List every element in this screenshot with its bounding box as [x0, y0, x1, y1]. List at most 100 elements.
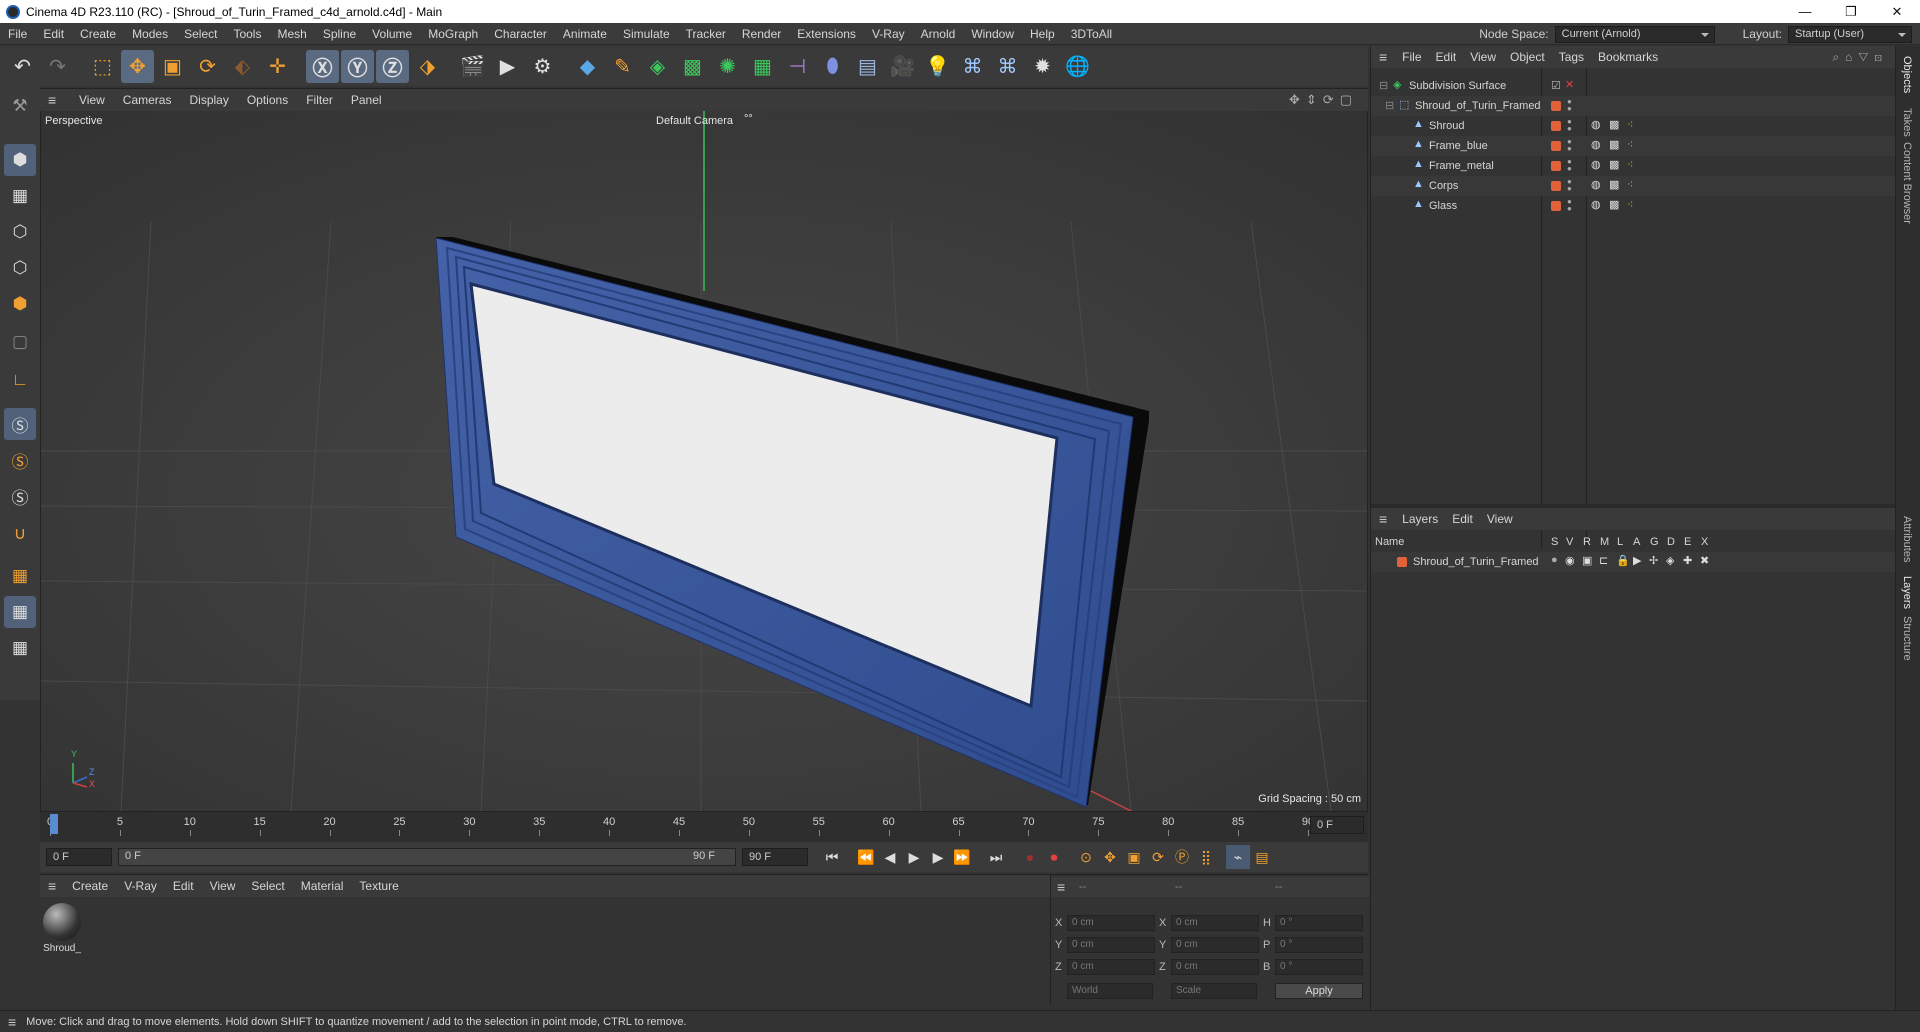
axis-mode-icon[interactable]: ∟: [4, 364, 36, 396]
scale-tool-icon[interactable]: ▣: [156, 50, 189, 83]
deformers-icon[interactable]: ◈: [1666, 554, 1674, 567]
menu-tools[interactable]: Tools: [225, 23, 269, 45]
position-y-field[interactable]: 0 cm: [1067, 937, 1155, 953]
spline-pen-icon[interactable]: ✎: [606, 50, 639, 83]
material-menu-view[interactable]: View: [202, 879, 244, 893]
camera-options-icon[interactable]: °°: [744, 113, 753, 125]
object-menu-edit[interactable]: Edit: [1429, 50, 1464, 64]
recent-tools-icon[interactable]: ⬖: [226, 50, 259, 83]
extrude-generator-icon[interactable]: ▩: [676, 50, 709, 83]
object-row-glass[interactable]: ▲ Glass ● ● ◍ ▩ ⁖: [1371, 196, 1896, 216]
tab-structure[interactable]: Structure: [1901, 616, 1913, 661]
world-dropdown[interactable]: World: [1067, 983, 1153, 999]
bend-deformer-icon[interactable]: ⊣: [781, 50, 814, 83]
visibility-dots-icon[interactable]: ● ●: [1567, 178, 1572, 193]
position-z-field[interactable]: 0 cm: [1067, 959, 1155, 975]
layer-color-swatch[interactable]: [1551, 181, 1561, 191]
layer-menu-layers[interactable]: Layers: [1395, 512, 1445, 526]
xref-icon[interactable]: ✖: [1700, 554, 1709, 567]
object-row-subdivision-surface[interactable]: ⊟ ◈ Subdivision Surface ☑ ✕: [1371, 76, 1896, 96]
maximize-button[interactable]: ❐: [1828, 0, 1874, 23]
viewport-menu-cameras[interactable]: Cameras: [114, 93, 181, 107]
expand-icon[interactable]: ⊟: [1379, 79, 1388, 92]
node-space-dropdown[interactable]: Current (Arnold): [1554, 25, 1715, 43]
uvw-tag-icon[interactable]: ⁖: [1627, 158, 1633, 171]
rotation-h-field[interactable]: 0 °: [1275, 915, 1363, 931]
material-tag-icon[interactable]: ▩: [1609, 138, 1619, 151]
object-row-corps[interactable]: ▲ Corps ● ● ◍ ▩ ⁖: [1371, 176, 1896, 196]
scale-y-field[interactable]: 0 cm: [1171, 937, 1259, 953]
layer-menu-edit[interactable]: Edit: [1445, 512, 1480, 526]
position-key-icon[interactable]: ✥: [1098, 845, 1122, 869]
render-icon[interactable]: ▣: [1582, 554, 1592, 567]
animation-icon[interactable]: ▶: [1633, 554, 1641, 567]
material-tag-icon[interactable]: ▩: [1609, 198, 1619, 211]
material-menu-create[interactable]: Create: [64, 879, 116, 893]
menu-arnold[interactable]: Arnold: [913, 23, 964, 45]
disable-x-icon[interactable]: ✕: [1565, 78, 1574, 91]
material-tag-icon[interactable]: ▩: [1609, 178, 1619, 191]
manager-icon[interactable]: ⊏: [1599, 554, 1608, 567]
uv-mode-icon[interactable]: ▢: [4, 326, 36, 358]
phong-tag-icon[interactable]: ◍: [1591, 198, 1601, 211]
tab-content-browser[interactable]: Content Browser: [1901, 142, 1913, 224]
snap-icon[interactable]: Ⓢ: [4, 408, 36, 440]
edge-mode-icon[interactable]: ⬡: [4, 252, 36, 284]
visibility-dots-icon[interactable]: ● ●: [1567, 138, 1572, 153]
material-tag-icon[interactable]: ▩: [1609, 158, 1619, 171]
object-menu-tags[interactable]: Tags: [1552, 50, 1591, 64]
motion-path-icon[interactable]: ⌁: [1226, 845, 1250, 869]
axis-tool-icon[interactable]: ✛: [261, 50, 294, 83]
menu-character[interactable]: Character: [486, 23, 555, 45]
model-mode-icon[interactable]: ⬢: [4, 144, 36, 176]
layer-row[interactable]: Shroud_of_Turin_Framed ● ◉ ▣ ⊏ 🔒 ▶ ✢ ◈ ✚…: [1371, 552, 1896, 572]
go-to-start-icon[interactable]: ⏮: [820, 845, 844, 869]
layer-color-swatch[interactable]: [1397, 557, 1407, 567]
visibility-dots-icon[interactable]: ● ●: [1567, 198, 1572, 213]
material-menu-material[interactable]: Material: [293, 879, 352, 893]
viewport-nav-icons[interactable]: ✥⇕⟳▢: [1289, 92, 1358, 108]
viewport-menu-display[interactable]: Display: [180, 93, 237, 107]
viewport-menu-filter[interactable]: Filter: [297, 93, 342, 107]
globe-icon[interactable]: 🌐: [1061, 50, 1094, 83]
viewport-canvas[interactable]: Perspective Default Camera °° Grid Spaci…: [41, 111, 1367, 811]
phong-tag-icon[interactable]: ◍: [1591, 178, 1601, 191]
subdivision-surface-icon[interactable]: ◈: [641, 50, 674, 83]
polygon-mode-icon[interactable]: ⬢: [4, 288, 36, 320]
previous-key-icon[interactable]: ⏪: [854, 845, 878, 869]
menu-animate[interactable]: Animate: [555, 23, 615, 45]
render-picture-viewer-icon[interactable]: ▶: [491, 50, 524, 83]
scale-z-field[interactable]: 0 cm: [1171, 959, 1259, 975]
object-row-shroud-framed[interactable]: ⊟ ⬚ Shroud_of_Turin_Framed ● ●: [1371, 96, 1896, 116]
quantize-icon[interactable]: Ⓢ: [4, 480, 36, 512]
previous-frame-icon[interactable]: ◀: [878, 845, 902, 869]
y-axis-lock-icon[interactable]: Ⓨ: [341, 49, 374, 83]
menu-file[interactable]: File: [0, 23, 35, 45]
menu-help[interactable]: Help: [1022, 23, 1063, 45]
menu-edit[interactable]: Edit: [35, 23, 72, 45]
pla-key-icon[interactable]: ⣿: [1194, 845, 1218, 869]
cube-primitive-icon[interactable]: ◆: [571, 50, 604, 83]
visibility-dots-icon[interactable]: ● ●: [1567, 98, 1572, 113]
close-button[interactable]: ✕: [1874, 0, 1920, 23]
parameter-key-icon[interactable]: Ⓟ: [1170, 845, 1194, 869]
menu-volume[interactable]: Volume: [364, 23, 420, 45]
object-row-frame-blue[interactable]: ▲ Frame_blue ● ● ◍ ▩ ⁖: [1371, 136, 1896, 156]
layer-color-swatch[interactable]: [1551, 101, 1561, 111]
menu-simulate[interactable]: Simulate: [615, 23, 678, 45]
autokey-icon[interactable]: ⏺: [1042, 845, 1066, 869]
tab-objects[interactable]: Objects: [1901, 56, 1913, 93]
material-swatch[interactable]: Shroud_: [42, 903, 82, 961]
workplane-icon[interactable]: ▦: [4, 560, 36, 592]
object-menu-bookmarks[interactable]: Bookmarks: [1591, 50, 1665, 64]
edit-check-icon[interactable]: ☑: [1551, 79, 1561, 92]
record-active-icon[interactable]: ●: [1018, 845, 1042, 869]
coordinate-system-icon[interactable]: ⬗: [411, 50, 444, 83]
live-selection-icon[interactable]: ⬚: [86, 50, 119, 83]
expand-icon[interactable]: ⊟: [1385, 99, 1394, 112]
current-frame-field[interactable]: 0 F: [1310, 816, 1364, 834]
menu-mograph[interactable]: MoGraph: [420, 23, 486, 45]
layer-menu-view[interactable]: View: [1480, 512, 1520, 526]
texture-mode-icon[interactable]: ▦: [4, 180, 36, 212]
next-frame-icon[interactable]: ▶: [926, 845, 950, 869]
